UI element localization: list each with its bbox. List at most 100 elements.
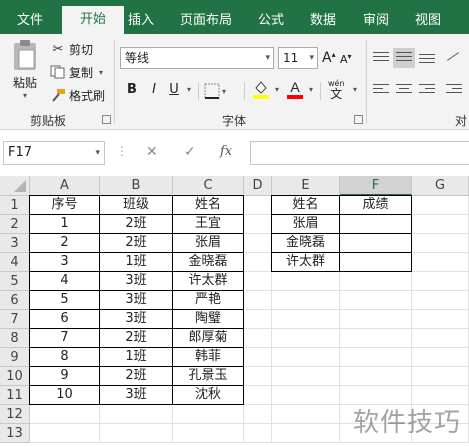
row-header-13[interactable]: 13 — [0, 424, 30, 443]
font-size-select[interactable]: 11 ▾ — [278, 47, 318, 69]
row-header-8[interactable]: 8 — [0, 329, 30, 348]
cell-g7[interactable] — [412, 310, 469, 329]
cell-a7[interactable]: 6 — [29, 309, 100, 329]
cell-b13[interactable] — [100, 424, 173, 443]
cell-f2[interactable] — [339, 214, 412, 234]
cell-c8[interactable]: 郎厚菊 — [172, 328, 244, 348]
copy-button[interactable]: 复制 ▾ — [50, 63, 103, 81]
row-header-3[interactable]: 3 — [0, 234, 30, 253]
orientation-icon[interactable] — [443, 48, 465, 68]
cell-d9[interactable] — [244, 348, 272, 367]
cell-a2[interactable]: 1 — [29, 214, 100, 234]
cell-c7[interactable]: 陶璧 — [172, 309, 244, 329]
tab-view[interactable]: 视图 — [411, 7, 445, 34]
cell-f4[interactable] — [339, 252, 412, 272]
row-header-5[interactable]: 5 — [0, 272, 30, 291]
cell-a1[interactable]: 序号 — [29, 195, 100, 215]
row-header-9[interactable]: 9 — [0, 348, 30, 367]
cell-c1[interactable]: 姓名 — [172, 195, 244, 215]
cell-d7[interactable] — [244, 310, 272, 329]
enter-icon[interactable]: ✓ — [184, 144, 196, 160]
cell-g3[interactable] — [412, 234, 469, 253]
tab-home[interactable]: 开始 — [62, 6, 124, 34]
column-header-e[interactable]: E — [272, 176, 340, 196]
paste-dropdown-icon[interactable]: ▾ — [23, 91, 27, 100]
cell-c5[interactable]: 许太群 — [172, 271, 244, 291]
align-left-icon[interactable] — [370, 80, 392, 100]
grow-font-button[interactable]: A ▴ — [322, 48, 336, 68]
column-header-b[interactable]: B — [100, 176, 173, 196]
cell-d12[interactable] — [244, 405, 272, 424]
row-header-7[interactable]: 7 — [0, 310, 30, 329]
fill-color-button[interactable] — [252, 79, 270, 101]
tab-page-layout[interactable]: 页面布局 — [176, 7, 236, 34]
fill-color-dropdown-icon[interactable]: ▾ — [272, 79, 282, 101]
cell-b7[interactable]: 3班 — [99, 309, 173, 329]
cell-c11[interactable]: 沈秋 — [172, 385, 244, 405]
align-bottom-icon[interactable] — [416, 48, 438, 68]
tab-review[interactable]: 审阅 — [359, 7, 393, 34]
cell-e8[interactable] — [272, 329, 340, 348]
cell-e5[interactable] — [272, 272, 340, 291]
paste-button[interactable]: 粘贴 ▾ — [4, 38, 46, 104]
align-middle-icon[interactable] — [393, 48, 415, 68]
cell-e11[interactable] — [272, 386, 340, 405]
cell-c10[interactable]: 孔景玉 — [172, 366, 244, 386]
cell-a13[interactable] — [30, 424, 100, 443]
cell-g10[interactable] — [412, 367, 469, 386]
cell-d4[interactable] — [244, 253, 272, 272]
italic-button[interactable]: I — [146, 79, 162, 101]
cell-b2[interactable]: 2班 — [99, 214, 173, 234]
font-launcher-icon[interactable] — [354, 115, 363, 124]
cell-c9[interactable]: 韩菲 — [172, 347, 244, 367]
row-header-1[interactable]: 1 — [0, 196, 30, 215]
cell-c13[interactable] — [173, 424, 244, 443]
cell-c2[interactable]: 王宜 — [172, 214, 244, 234]
cell-d1[interactable] — [244, 196, 272, 215]
cell-d11[interactable] — [244, 386, 272, 405]
cell-d2[interactable] — [244, 215, 272, 234]
cell-g5[interactable] — [412, 272, 469, 291]
cell-e3[interactable]: 金晓磊 — [271, 233, 340, 253]
cell-e2[interactable]: 张眉 — [271, 214, 340, 234]
cell-a9[interactable]: 8 — [29, 347, 100, 367]
drag-handle-icon[interactable]: ⋮ — [116, 144, 128, 158]
cell-b5[interactable]: 3班 — [99, 271, 173, 291]
cell-e9[interactable] — [272, 348, 340, 367]
row-header-2[interactable]: 2 — [0, 215, 30, 234]
cell-f6[interactable] — [340, 291, 412, 310]
row-header-10[interactable]: 10 — [0, 367, 30, 386]
clipboard-launcher-icon[interactable] — [102, 115, 111, 124]
cell-b4[interactable]: 1班 — [99, 252, 173, 272]
cell-d3[interactable] — [244, 234, 272, 253]
phonetic-dropdown-icon[interactable]: ▾ — [350, 79, 360, 101]
row-header-11[interactable]: 11 — [0, 386, 30, 405]
column-header-a[interactable]: A — [30, 176, 100, 196]
column-header-f[interactable]: F — [340, 176, 412, 196]
cell-g1[interactable] — [412, 196, 469, 215]
cell-c12[interactable] — [173, 405, 244, 424]
cell-d13[interactable] — [244, 424, 272, 443]
cell-b8[interactable]: 2班 — [99, 328, 173, 348]
cell-e4[interactable]: 许太群 — [271, 252, 340, 272]
cell-a4[interactable]: 3 — [29, 252, 100, 272]
format-painter-button[interactable]: 格式刷 — [50, 86, 105, 104]
cell-a11[interactable]: 10 — [29, 385, 100, 405]
insert-function-icon[interactable]: fx — [220, 144, 232, 159]
cell-g6[interactable] — [412, 291, 469, 310]
column-header-c[interactable]: C — [173, 176, 244, 196]
cell-g2[interactable] — [412, 215, 469, 234]
row-header-12[interactable]: 12 — [0, 405, 30, 424]
cell-f9[interactable] — [340, 348, 412, 367]
cell-b3[interactable]: 2班 — [99, 233, 173, 253]
cell-c4[interactable]: 金晓磊 — [172, 252, 244, 272]
column-header-d[interactable]: D — [244, 176, 272, 196]
tab-formulas[interactable]: 公式 — [254, 7, 288, 34]
cell-g4[interactable] — [412, 253, 469, 272]
formula-input[interactable] — [250, 141, 469, 165]
font-color-button[interactable]: A — [286, 79, 304, 101]
phonetic-guide-button[interactable]: wén 文 — [328, 79, 345, 103]
cell-e10[interactable] — [272, 367, 340, 386]
indent-icon[interactable] — [443, 80, 465, 100]
cell-a8[interactable]: 7 — [29, 328, 100, 348]
